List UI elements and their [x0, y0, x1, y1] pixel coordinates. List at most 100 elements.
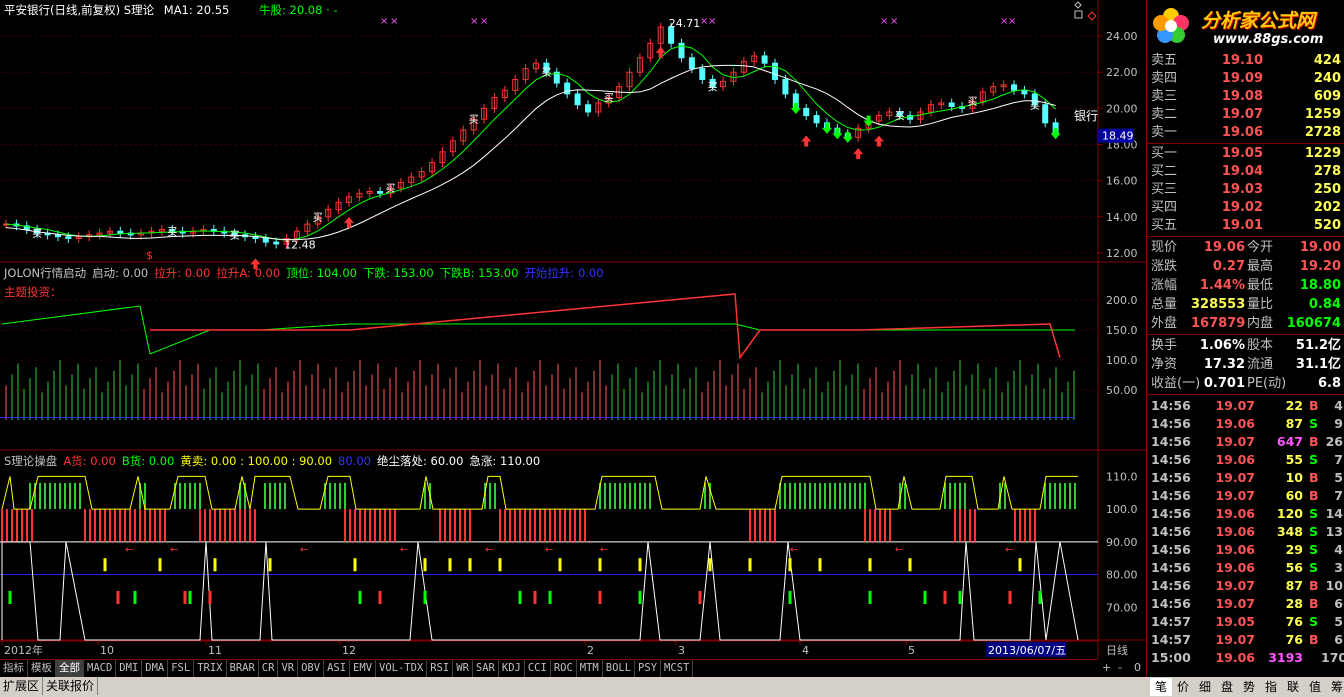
sell-label: 卖二: [1151, 107, 1178, 122]
quote-tab[interactable]: 细: [1194, 678, 1216, 696]
zoom-reset-button[interactable]: 0: [1134, 659, 1141, 677]
sell-label: 卖一: [1151, 125, 1178, 140]
tick-volume: 87: [1285, 578, 1303, 593]
buy-marker: 买: [1030, 100, 1040, 112]
tick-direction: B: [1309, 398, 1319, 413]
info-value: 160674: [1286, 316, 1341, 331]
tick-count: 5: [1334, 614, 1343, 629]
candle-body: [782, 78, 789, 95]
info-label: 外盘: [1151, 316, 1178, 331]
tick-price: 19.06: [1215, 452, 1255, 467]
indicator-value: 80.00: [338, 454, 371, 468]
sell-label: 卖三: [1151, 89, 1178, 104]
indicator-tab[interactable]: 模板: [28, 660, 56, 677]
tick-direction: S: [1309, 506, 1319, 521]
sell-row: 卖四 19.09 240: [1147, 70, 1344, 88]
indicator-name[interactable]: S理论: [124, 3, 154, 17]
indicator-tab[interactable]: MACD: [84, 660, 117, 677]
related-quotes-tab[interactable]: 关联报价: [43, 677, 99, 695]
indicator-tab[interactable]: RSI: [427, 660, 454, 677]
chart-canvas[interactable]: 24.0022.0020.0018.0016.0014.0012.0018.49…: [0, 0, 1146, 659]
buy-marker: 买: [32, 228, 42, 240]
tick-count: 5: [1334, 470, 1343, 485]
s-theory-indicator-header: S理论操盘 A货: 0.00 B货: 0.00 黄卖: 0.00 : 100.00 :…: [4, 453, 546, 469]
dollar-marker: $: [146, 249, 153, 262]
info-value: 0.84: [1308, 297, 1341, 312]
tick-count: 26: [1325, 434, 1343, 449]
indicator-tab[interactable]: OBV: [298, 660, 325, 677]
indicator-tab[interactable]: TRIX: [194, 660, 227, 677]
indicator-value: 下跌: 153.00: [362, 266, 434, 280]
indicator-tab[interactable]: ASI: [324, 660, 351, 677]
info-value: 19.00: [1299, 240, 1341, 255]
quote-tab[interactable]: 盘: [1216, 678, 1238, 696]
indicator-tab[interactable]: VR: [278, 660, 299, 677]
tick-row: 14:56 19.06 55 S 7: [1147, 451, 1344, 469]
quote-tab[interactable]: 指: [1260, 678, 1282, 696]
tick-time: 14:56: [1151, 398, 1191, 413]
indicator-tab-bar: 指标 模板 全部 MACD DMI DMA FSL TRIX BRAR CR VR OBV ASI EMV…: [0, 659, 1146, 677]
y-tick-label: 16.00: [1106, 175, 1138, 188]
sell-price: 19.07: [1221, 107, 1263, 122]
x-marker: ×: [1008, 16, 1016, 27]
indicator-tab[interactable]: BRAR: [227, 660, 259, 677]
info-label: 股本: [1247, 338, 1274, 353]
indicator-tab[interactable]: PSY: [635, 660, 662, 677]
indicator-tab[interactable]: EMV: [350, 660, 377, 677]
indicator-value: 开始拉升: 0.00: [524, 266, 604, 280]
tick-row: 14:56 19.06 87 S 9: [1147, 415, 1344, 433]
buy-row: 买一 19.05 1229: [1147, 145, 1344, 163]
sell-price: 19.09: [1221, 71, 1263, 86]
quote-tab[interactable]: 筹: [1326, 678, 1344, 696]
tick-volume: 10: [1285, 470, 1303, 485]
tick-volume: 29: [1285, 542, 1303, 557]
tick-price: 19.07: [1215, 434, 1255, 449]
tick-price: 19.07: [1215, 488, 1255, 503]
info-row: 总量 328553 量比 0.84: [1147, 295, 1344, 314]
indicator-tab[interactable]: WR: [453, 660, 473, 677]
indicator-tab[interactable]: FSL: [168, 660, 195, 677]
indicator-tab[interactable]: CCI: [525, 660, 551, 677]
indicator-tab[interactable]: VOL-TDX: [376, 660, 428, 677]
tick-time: 14:56: [1151, 452, 1191, 467]
bull-value: 牛股: 20.08 · -: [258, 3, 338, 17]
indicator-tab[interactable]: KDJ: [499, 660, 525, 677]
indicator-tab[interactable]: DMI: [116, 660, 143, 677]
y-tick-label: 70.00: [1106, 601, 1138, 614]
candle-body: [761, 55, 768, 64]
indicator-tab[interactable]: 全部: [56, 660, 84, 677]
sell-volume: 424: [1313, 53, 1341, 68]
x-tick-label: 4: [802, 644, 809, 657]
quote-tab[interactable]: 价: [1172, 678, 1194, 696]
tick-row: 14:56 19.07 60 B 7: [1147, 487, 1344, 505]
info-row: 涨幅 1.44% 最低 18.80: [1147, 276, 1344, 295]
indicator-tab[interactable]: MTM: [577, 660, 603, 677]
x-marker: ×: [890, 16, 898, 27]
quote-tab[interactable]: 笔: [1150, 678, 1172, 696]
high-price-label: 24.71: [669, 17, 701, 30]
indicator-tab[interactable]: MCST: [661, 660, 694, 677]
stock-tag-label: 银行: [1074, 109, 1098, 123]
extension-area-tab[interactable]: 扩展区: [0, 677, 44, 695]
quote-tab[interactable]: 联: [1282, 678, 1304, 696]
quote-panel: 分析家公式网 www.88gs.com 卖五 19.10 424 卖四 19.09 240…: [1146, 0, 1344, 697]
ma-value: MA1: 20.55: [163, 3, 230, 17]
candle-body: [262, 238, 269, 243]
buy-price: 19.01: [1221, 218, 1263, 233]
indicator-tab[interactable]: DMA: [142, 660, 169, 677]
info-label: 最低: [1247, 278, 1274, 293]
indicator-tab[interactable]: BOLL: [603, 660, 636, 677]
sell-row: 卖二 19.07 1259: [1147, 106, 1344, 124]
x-tick-label: 10: [100, 644, 114, 657]
quote-tab[interactable]: 值: [1304, 678, 1326, 696]
zoom-in-button[interactable]: +: [1102, 659, 1111, 677]
indicator-tab[interactable]: 指标: [0, 660, 28, 677]
left-arrow-icon: ←: [600, 544, 608, 555]
indicator-tab[interactable]: SAR: [473, 660, 499, 677]
buy-marker: 买: [230, 230, 240, 242]
indicator-tab[interactable]: ROC: [551, 660, 577, 677]
indicator-tab[interactable]: CR: [259, 660, 279, 677]
zoom-out-button[interactable]: -: [1118, 659, 1122, 677]
quote-tab[interactable]: 势: [1238, 678, 1260, 696]
info-row: 外盘 167879 内盘 160674: [1147, 314, 1344, 333]
